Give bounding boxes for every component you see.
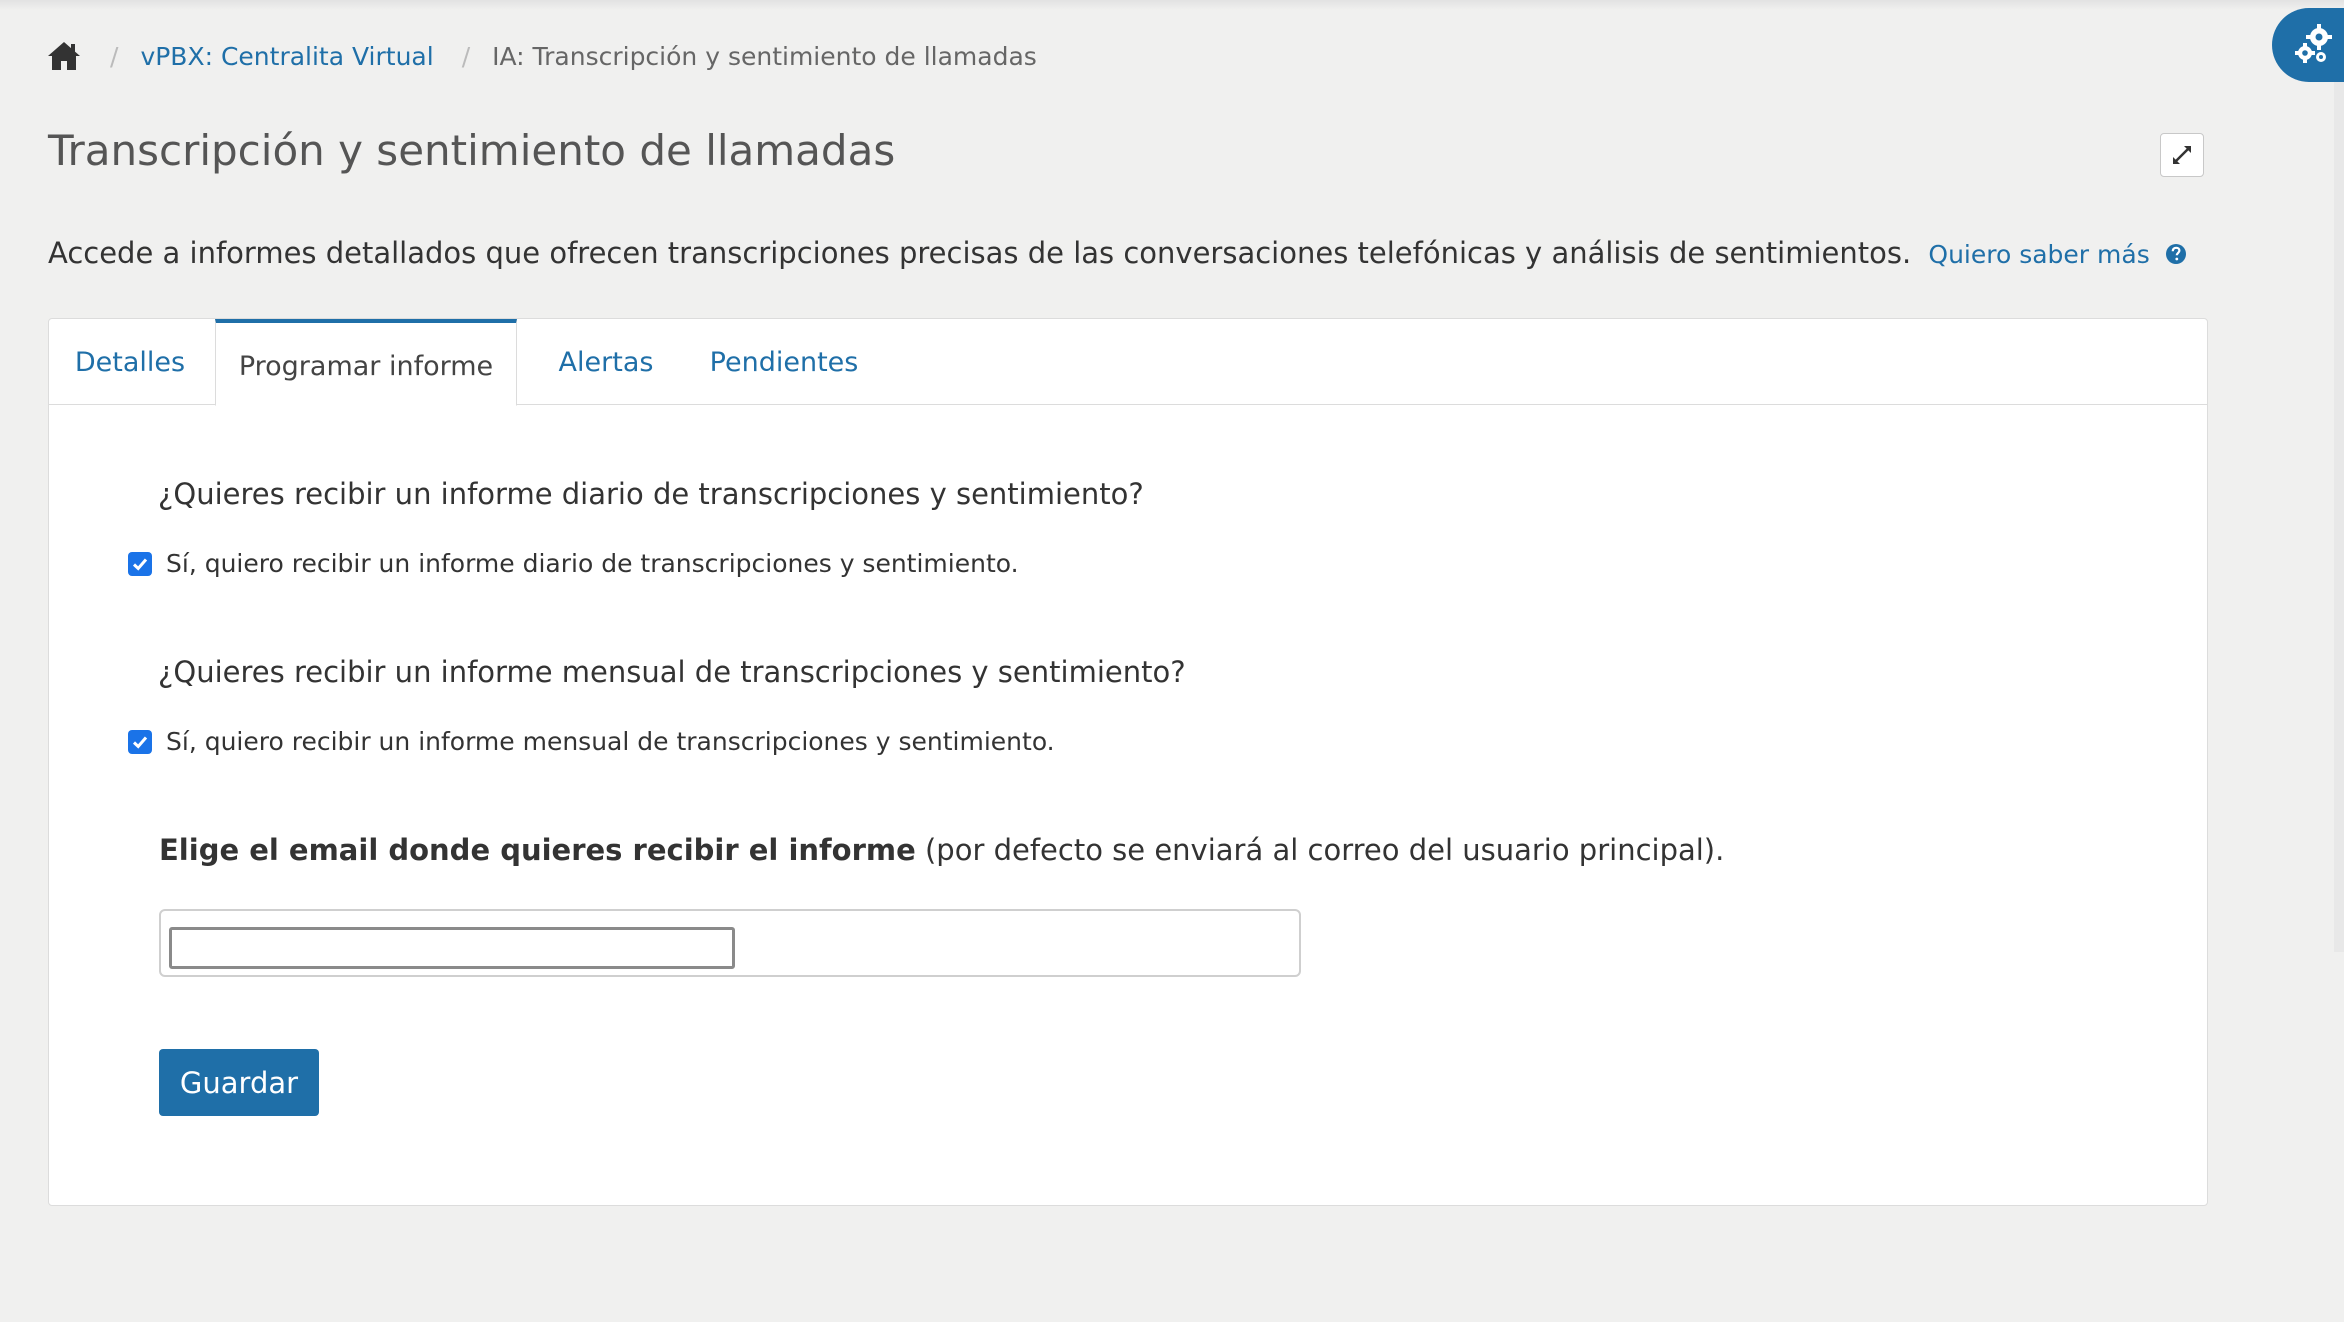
tab-detalles[interactable]: Detalles — [49, 319, 211, 405]
page-title: Transcripción y sentimiento de llamadas — [48, 126, 896, 175]
email-input[interactable] — [169, 927, 735, 969]
tab-pendientes[interactable]: Pendientes — [689, 319, 879, 405]
check-icon — [132, 558, 148, 571]
email-select-container[interactable] — [159, 909, 1301, 977]
expand-icon — [2173, 146, 2191, 164]
check-icon — [132, 736, 148, 749]
breadcrumb-vpbx-link[interactable]: vPBX: Centralita Virtual — [140, 42, 433, 71]
top-shadow — [0, 0, 2344, 10]
email-label-bold: Elige el email donde quieres recibir el … — [159, 833, 916, 867]
breadcrumb: / vPBX: Centralita Virtual / IA: Transcr… — [46, 36, 1037, 76]
email-label: Elige el email donde quieres recibir el … — [159, 833, 1724, 867]
monthly-checkbox-row: Sí, quiero recibir un informe mensual de… — [128, 727, 1055, 756]
expand-button[interactable] — [2160, 133, 2204, 177]
breadcrumb-separator: / — [110, 41, 119, 71]
daily-checkbox-label[interactable]: Sí, quiero recibir un informe diario de … — [166, 549, 1019, 578]
save-button[interactable]: Guardar — [159, 1049, 319, 1116]
intro-description: Accede a informes detallados que ofrecen… — [48, 236, 1912, 270]
question-circle-icon[interactable] — [2165, 238, 2187, 272]
daily-checkbox-row: Sí, quiero recibir un informe diario de … — [128, 549, 1019, 578]
email-label-note: (por defecto se enviará al correo del us… — [915, 833, 1725, 867]
scrollbar-track[interactable] — [2334, 82, 2344, 952]
tab-bar: Detalles Programar informe Alertas Pendi… — [49, 319, 2207, 406]
tab-programar-informe[interactable]: Programar informe — [215, 319, 517, 406]
gears-icon — [2295, 24, 2332, 63]
monthly-question: ¿Quieres recibir un informe mensual de t… — [158, 655, 1186, 689]
daily-question: ¿Quieres recibir un informe diario de tr… — [158, 477, 1144, 511]
daily-report-checkbox[interactable] — [128, 551, 152, 576]
breadcrumb-separator: / — [461, 41, 471, 71]
monthly-report-checkbox[interactable] — [128, 729, 152, 754]
learn-more-link[interactable]: Quiero saber más — [1928, 240, 2149, 269]
breadcrumb-current: IA: Transcripción y sentimiento de llama… — [492, 41, 1037, 71]
report-panel: Detalles Programar informe Alertas Pendi… — [48, 318, 2208, 1206]
tab-alertas[interactable]: Alertas — [537, 319, 675, 405]
monthly-checkbox-label[interactable]: Sí, quiero recibir un informe mensual de… — [166, 727, 1055, 756]
intro-text: Accede a informes detallados que ofrecen… — [48, 236, 2187, 272]
settings-button[interactable] — [2272, 8, 2344, 82]
home-icon[interactable] — [46, 40, 82, 72]
